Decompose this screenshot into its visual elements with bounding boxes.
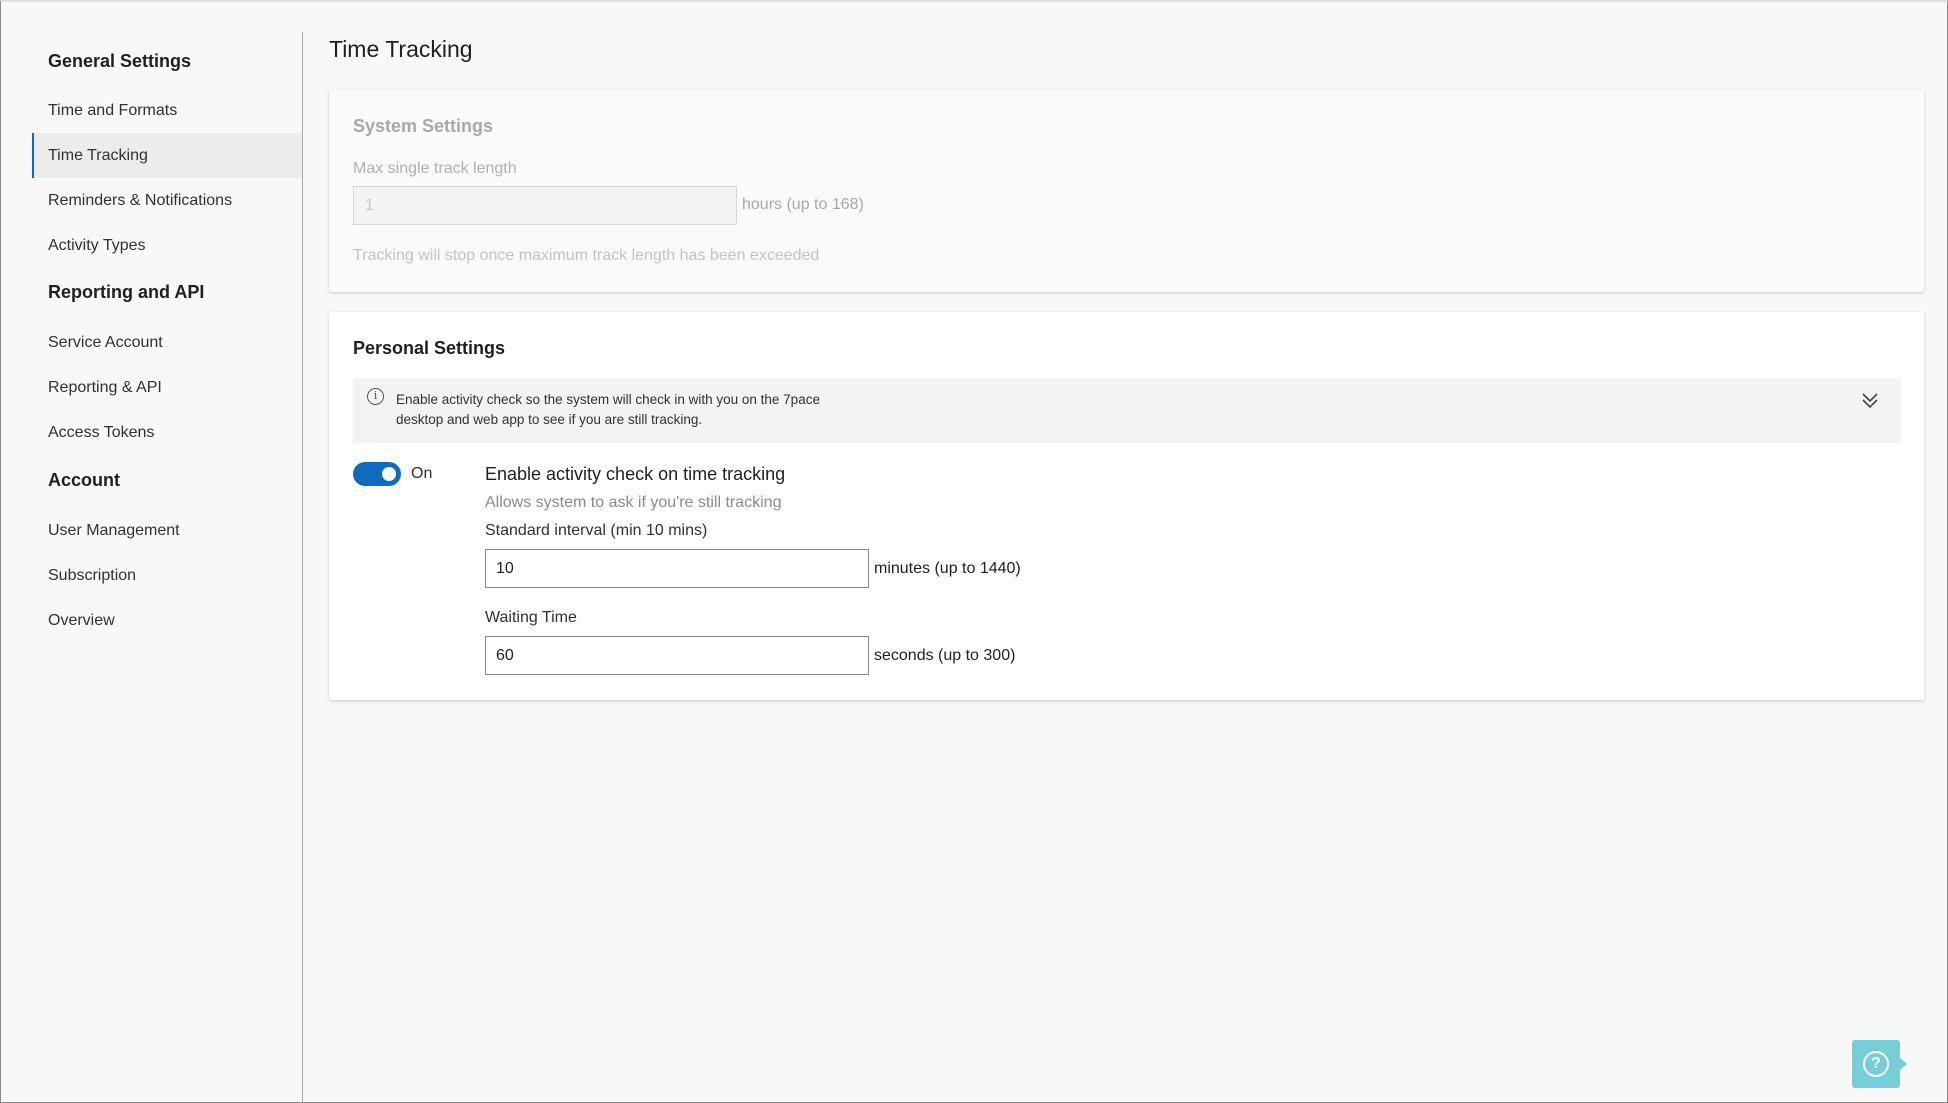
sidebar-item-activity-types[interactable]: Activity Types [32, 223, 302, 268]
max-track-length-input[interactable] [353, 186, 737, 225]
sidebar-item-time-and-formats[interactable]: Time and Formats [32, 88, 302, 133]
sidebar-item-time-tracking[interactable]: Time Tracking [32, 133, 302, 178]
system-settings-card: System Settings Max single track length … [329, 90, 1924, 292]
sidebar-item-service-account[interactable]: Service Account [32, 320, 302, 365]
sidebar-item-reporting-api[interactable]: Reporting & API [32, 365, 302, 410]
standard-interval-input[interactable] [485, 549, 869, 588]
sidebar-item-subscription[interactable]: Subscription [32, 553, 302, 598]
sidebar-item-user-management[interactable]: User Management [32, 508, 302, 553]
toggle-state-label: On [411, 465, 433, 482]
info-icon: i [367, 388, 384, 405]
sidebar-group-account: Account [48, 470, 120, 490]
personal-settings-title: Personal Settings [353, 338, 506, 358]
double-chevron-down-icon[interactable] [1861, 390, 1879, 412]
system-settings-title: System Settings [353, 116, 494, 136]
activity-check-description: Allows system to ask if you're still tra… [485, 494, 782, 511]
sidebar-group-general-settings: General Settings [48, 51, 192, 71]
waiting-time-input[interactable] [485, 636, 869, 675]
activity-check-title: Enable activity check on time tracking [485, 464, 786, 484]
page-title: Time Tracking [329, 36, 473, 62]
info-text-line-2: desktop and web app to see if you are st… [396, 412, 703, 427]
activity-check-info-box: i Enable activity check so the system wi… [353, 378, 1901, 443]
settings-sidebar: General Settings Time and Formats Time T… [32, 32, 303, 1103]
max-track-length-label: Max single track length [353, 160, 517, 177]
waiting-time-label: Waiting Time [485, 609, 577, 626]
max-track-length-unit: hours (up to 168) [742, 196, 864, 213]
sidebar-group-reporting-and-api: Reporting and API [48, 282, 205, 302]
sidebar-item-access-tokens[interactable]: Access Tokens [32, 410, 302, 455]
info-text: Enable activity check so the system will… [396, 390, 876, 430]
sidebar-item-reminders-notifications[interactable]: Reminders & Notifications [32, 178, 302, 223]
sidebar-item-overview[interactable]: Overview [32, 598, 302, 643]
standard-interval-label: Standard interval (min 10 mins) [485, 522, 708, 539]
info-text-line-1: Enable activity check so the system will… [396, 392, 820, 407]
standard-interval-unit: minutes (up to 1440) [874, 560, 1021, 577]
help-button[interactable]: ? [1852, 1040, 1907, 1088]
waiting-time-unit: seconds (up to 300) [874, 647, 1016, 664]
help-question-icon: ? [1863, 1051, 1889, 1077]
activity-check-toggle[interactable] [353, 462, 401, 486]
max-track-length-hint: Tracking will stop once maximum track le… [353, 247, 820, 264]
toggle-knob [382, 467, 396, 481]
personal-settings-card: Personal Settings i Enable activity chec… [329, 312, 1924, 700]
app-frame: General Settings Time and Formats Time T… [0, 0, 1948, 1103]
